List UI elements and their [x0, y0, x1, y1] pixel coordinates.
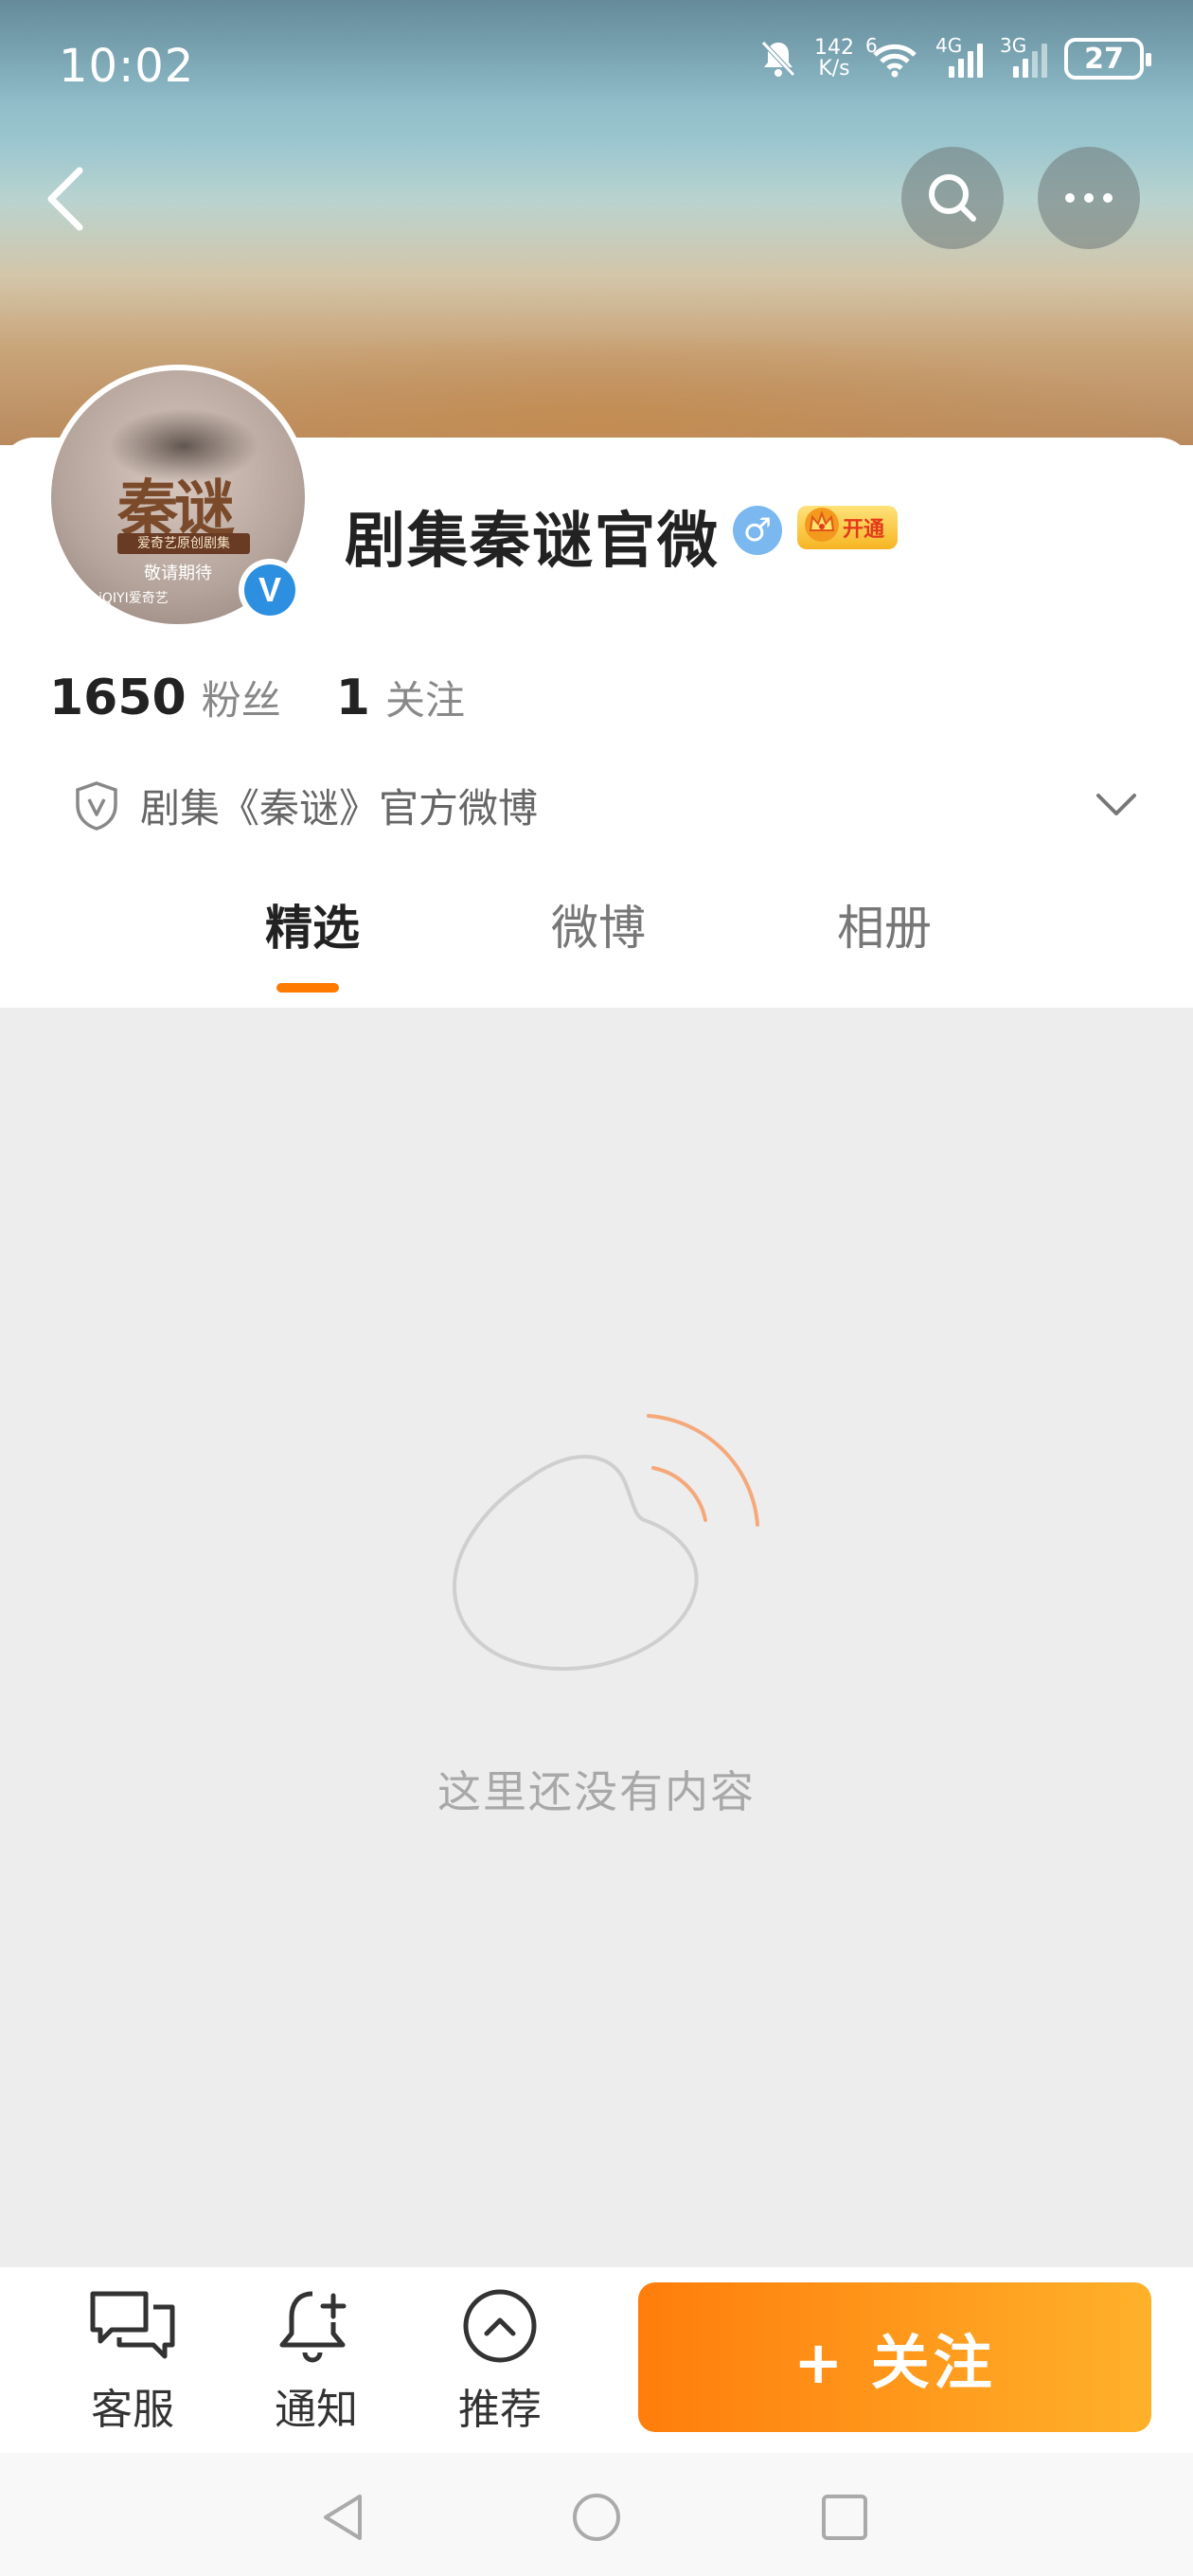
- empty-state-message: 这里还没有内容: [437, 1766, 756, 1817]
- notify-button[interactable]: 通知: [250, 2286, 383, 2436]
- more-button[interactable]: [1038, 147, 1140, 249]
- net-speed: 142 K/s: [814, 38, 854, 80]
- status-time: 10:02: [59, 40, 195, 93]
- followers-count: 1650: [49, 670, 187, 726]
- following-count: 1: [335, 670, 370, 726]
- chevron-up-circle-icon: [463, 2289, 537, 2363]
- chevron-down-icon[interactable]: [1095, 786, 1138, 824]
- battery-level: 27: [1084, 42, 1124, 76]
- customer-service-button[interactable]: 客服: [66, 2286, 199, 2436]
- vip-open-badge[interactable]: 开通: [797, 506, 899, 549]
- recommend-label: 推荐: [458, 2386, 542, 2434]
- nav-recents-icon[interactable]: [816, 2489, 873, 2546]
- wifi-tag: 6: [865, 34, 878, 57]
- description-text: 剧集《秦谜》官方微博: [140, 785, 539, 832]
- tab-album[interactable]: 相册: [837, 890, 932, 958]
- male-gender-icon: ♂: [733, 506, 782, 555]
- signal-3g: 3G: [1000, 34, 1047, 78]
- vip-label: 开通: [843, 518, 885, 542]
- active-tab-indicator: [276, 983, 339, 993]
- following-stat[interactable]: 1 关注: [336, 669, 465, 726]
- bottom-action-bar: 客服 通知 推荐 + 关注: [0, 2267, 1193, 2453]
- avatar-logos: iQIYI爱奇艺: [98, 591, 169, 606]
- verified-badge: V: [239, 559, 301, 621]
- profile-stats: 1650 粉丝 1 关注: [49, 669, 520, 726]
- notify-label: 通知: [275, 2386, 358, 2434]
- status-bar: 10:02 142 K/s 6 4G 3G 27: [0, 0, 1193, 133]
- signal-3g-tag: 3G: [1000, 34, 1027, 57]
- profile-name: 剧集秦谜官微: [345, 507, 720, 577]
- customer-service-label: 客服: [91, 2386, 174, 2434]
- followers-label: 粉丝: [201, 677, 281, 724]
- status-icons: 142 K/s 6 4G 3G 27: [759, 34, 1151, 80]
- nav-home-icon[interactable]: [568, 2489, 625, 2546]
- profile-description[interactable]: 剧集《秦谜》官方微博: [74, 777, 538, 834]
- empty-weibo-logo-icon: [452, 1414, 759, 1672]
- recommend-button[interactable]: 推荐: [434, 2286, 566, 2436]
- nav-back-icon[interactable]: [316, 2489, 373, 2546]
- chat-bubbles-icon: [90, 2291, 175, 2359]
- profile-tabs: 精选 微博 相册: [0, 890, 1193, 1004]
- mute-bell-icon: [761, 41, 795, 77]
- following-label: 关注: [384, 677, 465, 724]
- system-nav-bar: [0, 2453, 1193, 2576]
- tab-featured[interactable]: 精选: [265, 890, 360, 958]
- net-speed-value: 142: [814, 36, 854, 60]
- followers-stat[interactable]: 1650 粉丝: [49, 669, 281, 726]
- more-dots-icon: [1065, 193, 1113, 203]
- shield-v-icon: [76, 780, 117, 831]
- avatar-band: 爱奇艺原创剧集: [117, 533, 250, 554]
- tab-weibo[interactable]: 微博: [551, 890, 646, 958]
- wifi-icon: [873, 44, 917, 78]
- verified-v-icon: V: [244, 564, 295, 616]
- follow-button[interactable]: + 关注: [638, 2282, 1151, 2432]
- net-speed-unit: K/s: [818, 57, 850, 80]
- wifi-indicator: 6: [865, 34, 918, 78]
- profile-page: 10:02 142 K/s 6 4G 3G 27 秦谜 爱奇艺原创剧集 敬请期待…: [0, 0, 1193, 2576]
- battery-icon: 27: [1064, 38, 1151, 80]
- signal-4g-tag: 4G: [935, 34, 963, 57]
- search-icon: [929, 174, 976, 222]
- back-arrow-icon[interactable]: [38, 161, 95, 237]
- crown-icon: [805, 508, 839, 542]
- signal-4g: 4G: [935, 34, 983, 78]
- search-button[interactable]: [901, 147, 1004, 249]
- bell-plus-icon: [279, 2291, 347, 2363]
